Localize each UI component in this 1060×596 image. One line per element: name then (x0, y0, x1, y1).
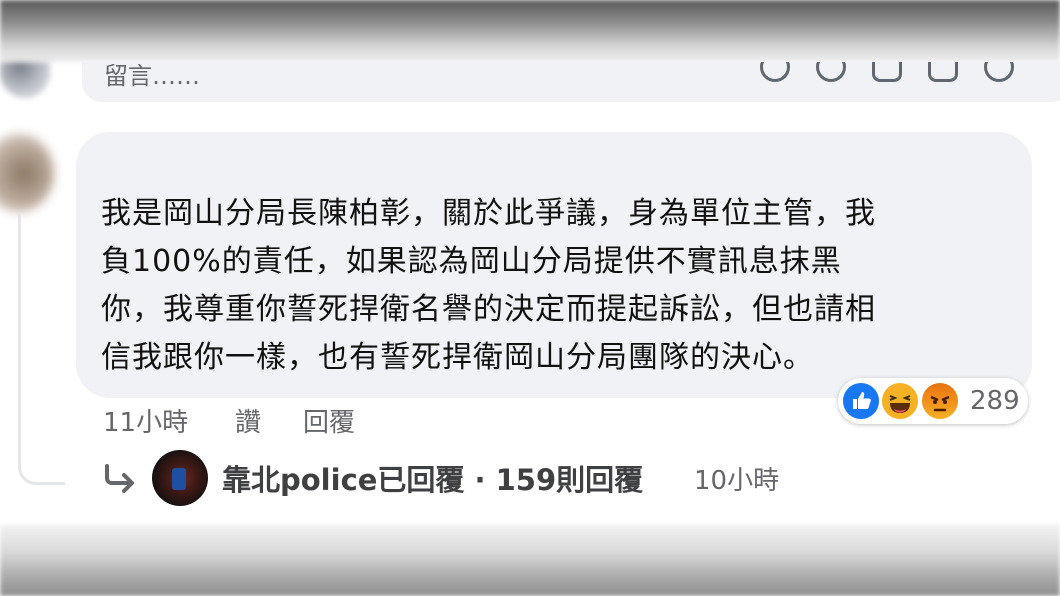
like-icon (841, 381, 881, 421)
sticker-icon[interactable] (760, 62, 790, 82)
replier-avatar[interactable] (152, 450, 208, 506)
comment-line: 我是岡山分局長陳柏彰，關於此爭議，身為單位主管，我 (101, 196, 876, 231)
comment-timestamp[interactable]: 11小時 (103, 402, 188, 439)
comment-line: 負100%的責任，如果認為岡山分局提供不實訊息抹黑 (101, 244, 842, 279)
reaction-summary[interactable]: 289 (838, 378, 1028, 424)
extra-sticker-icon[interactable] (984, 62, 1014, 82)
angry-icon (920, 381, 960, 421)
comment-line: 你，我尊重你誓死捍衛名譽的決定而提起訴訟，但也請相 (101, 292, 876, 327)
camera-icon[interactable] (872, 62, 902, 82)
view-replies-link[interactable]: 靠北police已回覆 · 159則回覆 (222, 457, 643, 499)
comment-body: 我是岡山分局長陳柏彰，關於此爭議，身為單位主管，我 負100%的責任，如果認為岡… (101, 190, 1021, 382)
reaction-count: 289 (970, 386, 1020, 416)
comment-line: 信我跟你一樣，也有誓死捍衛岡山分局團隊的決心。 (101, 340, 814, 375)
reply-timestamp: 10小時 (694, 466, 780, 496)
comment-input-toolbar (760, 52, 1014, 82)
commenter-avatar[interactable] (0, 134, 54, 212)
reply-arrow-icon (105, 464, 134, 493)
gif-icon[interactable] (928, 62, 958, 82)
current-user-avatar (0, 62, 50, 98)
thread-connector (18, 214, 65, 485)
avatar-figure (172, 468, 186, 490)
emoji-icon[interactable] (816, 62, 846, 82)
like-button[interactable]: 讚 (235, 402, 261, 439)
reply-button[interactable]: 回覆 (303, 402, 355, 439)
haha-icon (880, 381, 920, 421)
blurred-footer (0, 524, 1060, 596)
